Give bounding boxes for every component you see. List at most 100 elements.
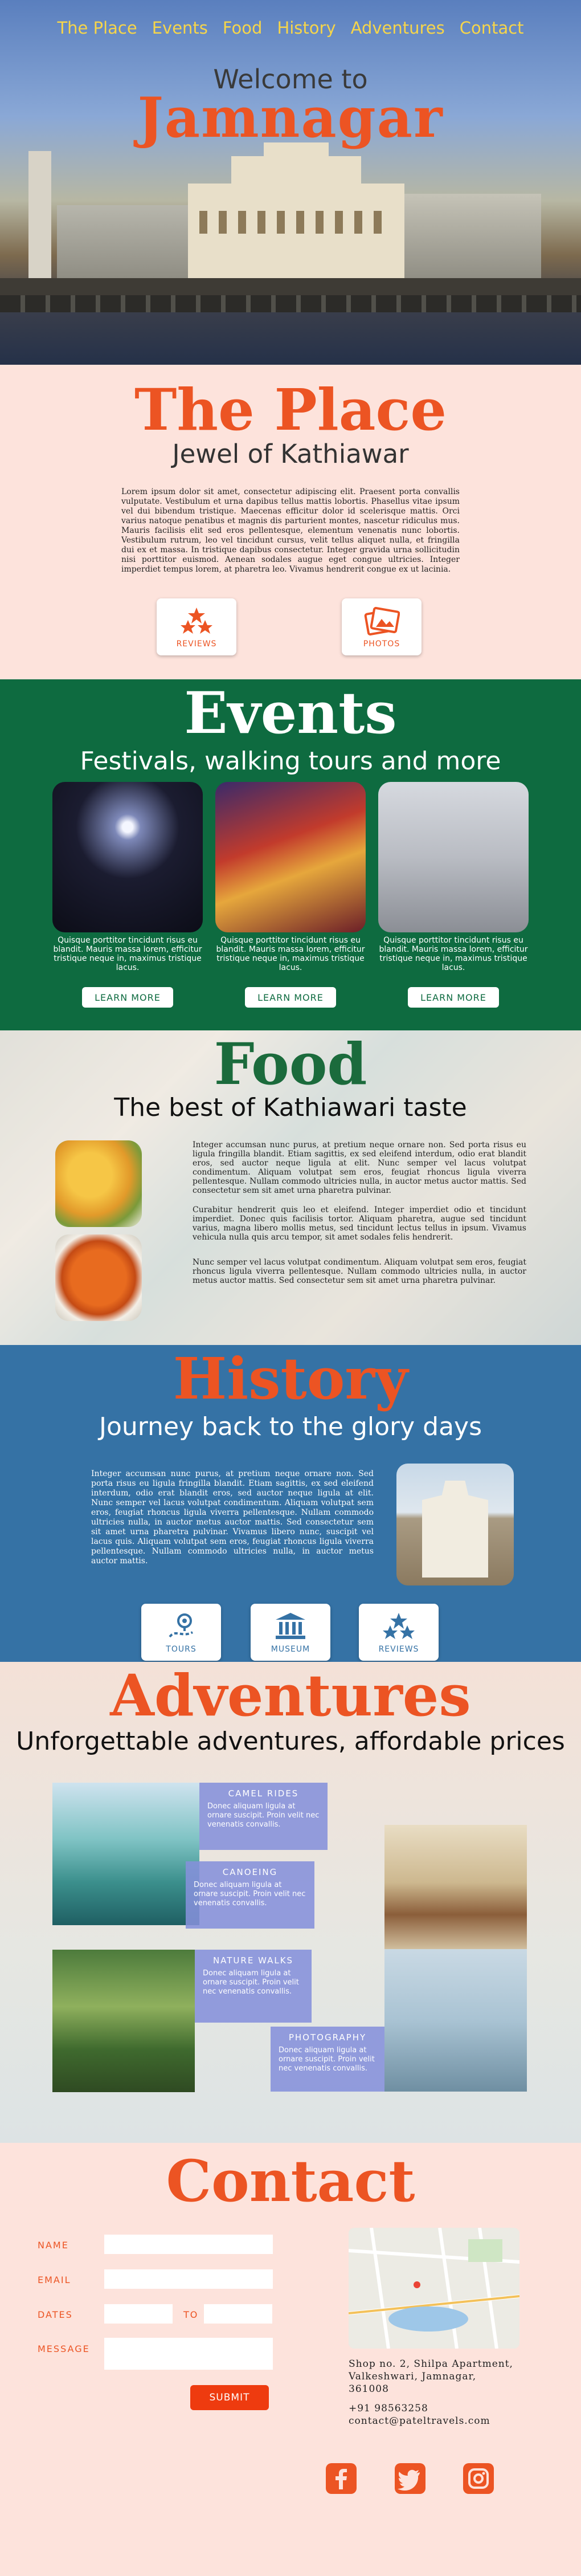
reviews-button[interactable]: REVIEWS	[157, 598, 236, 655]
building-shape	[422, 1481, 488, 1578]
card-text: Donec aliquam ligula at ornare suscipit.…	[194, 1881, 306, 1907]
learn-more-button[interactable]: LEARN MORE	[82, 987, 173, 1008]
section-title: Events	[184, 679, 397, 747]
twitter-icon[interactable]	[395, 2463, 425, 2494]
hero-section: The Place Events Food History Adventures…	[0, 0, 581, 365]
instagram-glyph	[468, 2468, 489, 2489]
address-line: Shop no. 2, Shilpa Apartment,	[349, 2358, 513, 2370]
photography-card[interactable]: PHOTOGRAPHY Donec aliquam ligula at orna…	[271, 2027, 384, 2092]
nav-link-adventures[interactable]: Adventures	[351, 18, 445, 38]
stars-icon	[383, 1613, 415, 1639]
bridge-image	[0, 278, 581, 312]
canoeing-image	[52, 1783, 199, 1925]
top-nav: The Place Events Food History Adventures…	[0, 18, 581, 38]
card-title: PHOTOGRAPHY	[288, 2032, 367, 2043]
nav-link-history[interactable]: History	[277, 18, 335, 38]
nav-link-events[interactable]: Events	[152, 18, 208, 38]
map-pin-icon	[169, 1613, 193, 1638]
nature-walks-card[interactable]: NATURE WALKS Donec aliquam ligula at orn…	[195, 1950, 312, 2023]
card-text: Donec aliquam ligula at ornare suscipit.…	[203, 1969, 299, 1996]
museum-button[interactable]: MUSEUM	[251, 1604, 330, 1661]
card-text: Donec aliquam ligula at ornare suscipit.…	[279, 2046, 375, 2073]
email-field[interactable]	[104, 2269, 273, 2289]
fireworks-image	[52, 782, 203, 932]
contact-address: Shop no. 2, Shilpa Apartment, Valkeshwar…	[349, 2358, 537, 2427]
history-body-text: Integer accumsan nunc purus, at pretium …	[91, 1469, 374, 1566]
camel-rides-card[interactable]: CAMEL RIDES Donec aliquam ligula at orna…	[199, 1783, 328, 1850]
nav-link-the-place[interactable]: The Place	[57, 18, 137, 38]
lakhota-palace-image	[188, 142, 404, 279]
curry-image	[55, 1234, 142, 1321]
museum-label: MUSEUM	[271, 1645, 310, 1654]
food-paragraph: Curabitur hendrerit quis leo et eleifend…	[193, 1205, 526, 1242]
dhokla-image	[55, 1140, 142, 1227]
card-title: CAMEL RIDES	[228, 1788, 299, 1799]
photos-label: PHOTOS	[363, 639, 400, 649]
learn-more-button[interactable]: LEARN MORE	[245, 987, 336, 1008]
name-label: NAME	[38, 2240, 69, 2251]
address-line: Valkeshwari, Jamnagar,	[349, 2371, 477, 2382]
museum-icon	[276, 1613, 305, 1639]
contact-section: Contact NAME EMAIL DATES TO MESSAGE SUBM…	[0, 2143, 581, 2576]
heron-image	[384, 1949, 527, 2092]
message-label: MESSAGE	[38, 2343, 90, 2354]
contact-email: contact@pateltravels.com	[349, 2415, 490, 2427]
name-field[interactable]	[104, 2235, 273, 2254]
section-subtitle: Jewel of Kathiawar	[172, 439, 409, 469]
instagram-icon[interactable]	[463, 2463, 494, 2494]
event-card-text: Quisque porttitor tincidunt risus eu bla…	[216, 936, 365, 972]
camel-image	[384, 1825, 527, 1953]
place-body-text: Lorem ipsum dolor sit amet, consectetur …	[121, 487, 460, 574]
twitter-glyph	[398, 2469, 420, 2491]
nav-link-contact[interactable]: Contact	[460, 18, 524, 38]
card-title: CANOEING	[222, 1867, 278, 1877]
learn-more-button[interactable]: LEARN MORE	[408, 987, 499, 1008]
section-subtitle: Unforgettable adventures, affordable pri…	[16, 1727, 565, 1756]
address-line: 361008	[349, 2383, 389, 2395]
history-section: History Journey back to the glory days I…	[0, 1345, 581, 1662]
section-subtitle: Festivals, walking tours and more	[80, 747, 501, 776]
facebook-icon[interactable]	[326, 2463, 357, 2494]
dancers-image	[215, 782, 366, 932]
heritage-building-image	[396, 1464, 514, 1585]
food-paragraph: Integer accumsan nunc purus, at pretium …	[193, 1140, 526, 1195]
section-title: Adventures	[110, 1662, 471, 1729]
adventures-section: Adventures Unforgettable adventures, aff…	[0, 1662, 581, 2143]
section-title: Contact	[166, 2147, 415, 2215]
flamingos-image	[378, 782, 529, 932]
stars-icon	[181, 608, 212, 634]
section-subtitle: Journey back to the glory days	[99, 1412, 482, 1441]
event-card-text: Quisque porttitor tincidunt risus eu bla…	[379, 936, 528, 972]
card-text: Donec aliquam ligula at ornare suscipit.…	[207, 1802, 320, 1829]
to-label: TO	[183, 2309, 199, 2320]
start-date-field[interactable]	[104, 2304, 173, 2324]
section-title: History	[173, 1345, 408, 1412]
photos-button[interactable]: PHOTOS	[342, 598, 422, 655]
food-paragraph: Nunc semper vel lacus volutpat condiment…	[193, 1258, 526, 1285]
reviews-label: REVIEWS	[176, 639, 217, 649]
nav-link-food[interactable]: Food	[223, 18, 263, 38]
location-map[interactable]	[349, 2228, 519, 2349]
city-skyline-image	[404, 194, 541, 279]
place-section: The Place Jewel of Kathiawar Lorem ipsum…	[0, 365, 581, 679]
section-subtitle: The best of Kathiawari taste	[114, 1093, 467, 1122]
submit-button[interactable]: SUBMIT	[190, 2385, 269, 2410]
end-date-field[interactable]	[204, 2304, 272, 2324]
tours-label: TOURS	[166, 1645, 197, 1654]
dates-label: DATES	[38, 2309, 73, 2320]
reviews-label: REVIEWS	[378, 1645, 419, 1654]
event-card-text: Quisque porttitor tincidunt risus eu bla…	[53, 936, 202, 972]
nature-walks-image	[52, 1950, 195, 2092]
city-skyline-image	[57, 205, 188, 279]
section-title: The Place	[134, 376, 447, 443]
reviews-button[interactable]: REVIEWS	[359, 1604, 439, 1661]
canoeing-card[interactable]: CANOEING Donec aliquam ligula at ornare …	[186, 1861, 314, 1929]
tours-button[interactable]: TOURS	[141, 1604, 221, 1661]
events-section: Events Festivals, walking tours and more…	[0, 679, 581, 1030]
contact-phone: +91 98563258	[349, 2403, 428, 2414]
facebook-glyph	[335, 2469, 347, 2489]
food-section: Food The best of Kathiawari taste Intege…	[0, 1030, 581, 1345]
email-label: EMAIL	[38, 2275, 71, 2285]
photos-icon	[364, 606, 400, 636]
message-field[interactable]	[104, 2338, 273, 2370]
